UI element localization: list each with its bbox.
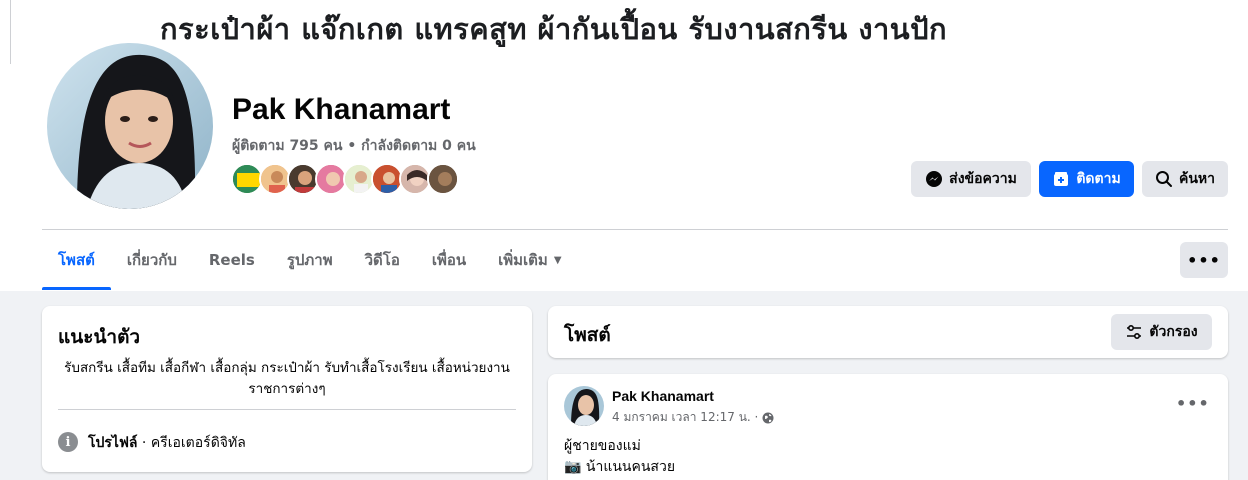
message-button[interactable]: ส่งข้อความ (911, 161, 1031, 197)
cover-edge (10, 0, 11, 64)
ellipsis-icon: ••• (1187, 250, 1221, 270)
tab-label: รูปภาพ (286, 251, 333, 269)
tab-photos[interactable]: รูปภาพ (271, 230, 349, 290)
search-icon (1155, 170, 1173, 188)
posts-header-card: โพสต์ ตัวกรอง (548, 306, 1228, 358)
follower-stats[interactable]: ผู้ติดตาม 795 คน • กำลังติดตาม 0 คน (232, 135, 476, 157)
post-timestamp[interactable]: 4 มกราคม เวลา 12:17 น. · (612, 408, 774, 427)
tab-posts[interactable]: โพสต์ (42, 230, 111, 290)
globe-icon (762, 412, 774, 424)
tab-label: เกี่ยวกับ (126, 251, 177, 269)
tab-friends[interactable]: เพื่อน (416, 230, 482, 290)
post-text-line: 📷 น้าแนนคนสวย (564, 459, 676, 475)
search-button-label: ค้นหา (1178, 171, 1216, 187)
posts-title: โพสต์ (564, 324, 611, 346)
intro-card: แนะนำตัว รับสกรีน เสื้อทีม เสื้อกีฬา เสื… (42, 306, 532, 472)
tab-label: โพสต์ (58, 251, 95, 269)
message-button-label: ส่งข้อความ (949, 171, 1017, 187)
messenger-icon (925, 170, 943, 188)
tab-more[interactable]: เพิ่มเติม ▼ (482, 230, 577, 290)
mutual-friends-avatars[interactable] (231, 163, 459, 197)
intro-bio: รับสกรีน เสื้อทีม เสื้อกีฬา เสื้อกลุ่ม ก… (64, 360, 510, 397)
profile-category: · ครีเอเตอร์ดิจิทัล (137, 435, 246, 451)
friend-avatar[interactable] (427, 163, 459, 195)
tab-reels[interactable]: Reels (193, 230, 271, 290)
cover-banner-text: กระเป๋าผ้า แจ๊กเกต แทรคสูท ผ้ากันเปื้อน … (160, 12, 948, 46)
caret-down-icon: ▼ (553, 254, 562, 266)
intro-divider (58, 409, 516, 410)
post-text: ผู้ชายของแม่ 📷 น้าแนนคนสวย (564, 436, 675, 478)
profile-name: Pak Khanamart (232, 93, 451, 126)
more-options-button[interactable]: ••• (1180, 242, 1228, 278)
post-more-options-button[interactable]: ••• (1176, 394, 1210, 413)
tab-videos[interactable]: วิดีโอ (349, 230, 416, 290)
profile-avatar[interactable] (47, 43, 213, 209)
filter-sliders-icon (1125, 324, 1143, 340)
intro-title: แนะนำตัว (58, 326, 141, 348)
tab-label: Reels (208, 251, 255, 269)
tab-label: เพื่อน (431, 251, 467, 269)
follow-button-label: ติดตาม (1076, 171, 1121, 187)
filter-button-label: ตัวกรอง (1149, 324, 1198, 340)
post-author-name[interactable]: Pak Khanamart (612, 388, 714, 404)
info-icon: i (58, 432, 78, 452)
post-author-avatar[interactable] (564, 386, 604, 426)
tab-label: วิดีโอ (364, 251, 400, 269)
search-button[interactable]: ค้นหา (1142, 161, 1228, 197)
follow-icon (1052, 170, 1070, 188)
tab-label: เพิ่มเติม (498, 251, 548, 269)
intro-profile-category: โปรไฟล์ · ครีเอเตอร์ดิจิทัล (88, 432, 246, 454)
tab-about[interactable]: เกี่ยวกับ (111, 230, 193, 290)
post-card: Pak Khanamart 4 มกราคม เวลา 12:17 น. · •… (548, 374, 1228, 480)
follow-button[interactable]: ติดตาม (1039, 161, 1134, 197)
filter-button[interactable]: ตัวกรอง (1111, 314, 1212, 350)
profile-type-label: โปรไฟล์ (88, 435, 138, 451)
post-time-text: 4 มกราคม เวลา 12:17 น. · (612, 410, 759, 424)
post-text-line: ผู้ชายของแม่ (564, 438, 641, 454)
profile-tabs: โพสต์ เกี่ยวกับ Reels รูปภาพ วิดีโอ เพื่… (42, 230, 578, 290)
